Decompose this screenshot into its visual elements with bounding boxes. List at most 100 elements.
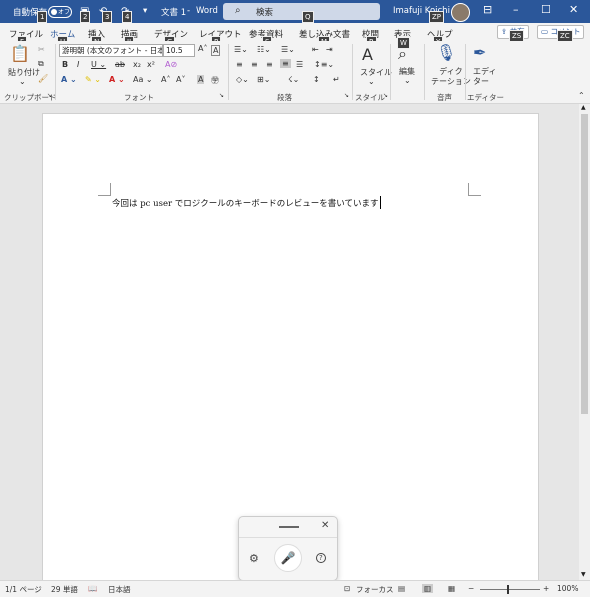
format-painter-icon[interactable]: 🖌 — [38, 74, 48, 83]
drag-handle[interactable] — [279, 526, 299, 528]
word-count[interactable]: 29 単語 — [51, 584, 78, 595]
italic-icon[interactable]: I — [77, 60, 79, 69]
text-effects-icon[interactable]: A ⌄ — [61, 75, 77, 84]
underline-icon[interactable]: U ⌄ — [91, 60, 106, 69]
zoom-slider-thumb[interactable] — [507, 585, 509, 594]
dictate-mic-icon[interactable]: 🎙 — [436, 43, 456, 62]
print-layout-icon[interactable]: ▥ — [422, 584, 434, 593]
char-shading-icon[interactable]: A — [197, 75, 205, 84]
keytip-editing: W — [397, 37, 410, 49]
divider — [390, 44, 391, 100]
scroll-thumb[interactable] — [581, 114, 588, 414]
bold-icon[interactable]: B — [62, 60, 68, 69]
multilevel-list-icon[interactable]: ☰⌄ — [281, 45, 295, 54]
maximize-icon[interactable]: ☐ — [541, 3, 551, 16]
focus-icon[interactable]: ⊡ — [344, 584, 350, 593]
minimize-icon[interactable]: – — [513, 3, 519, 16]
ribbon-display-icon[interactable]: ⊟ — [483, 3, 492, 16]
proofing-icon[interactable]: 📖 — [88, 584, 97, 593]
zoom-level[interactable]: 100% — [557, 584, 578, 593]
clear-format-icon[interactable]: A⊘ — [165, 60, 177, 69]
cut-icon[interactable]: ✂ — [38, 45, 45, 54]
title-bar: 自動保存 オフ 1 ▣ 2 ↶ 3 ↷ 4 ▾ 文書 1 - Word ⌕ 検索… — [0, 0, 590, 23]
collapse-ribbon-icon[interactable]: ⌃ — [578, 91, 585, 100]
zoom-in-icon[interactable]: + — [543, 584, 549, 593]
font-color-icon[interactable]: A ⌄ — [109, 75, 125, 84]
decrease-indent-icon[interactable]: ⇤ — [312, 45, 319, 54]
page-count[interactable]: 1/1 ページ — [5, 584, 42, 595]
grow-font-2-icon[interactable]: A˄ — [161, 75, 170, 84]
help-icon[interactable]: ? — [316, 552, 326, 563]
comment-icon: ▭ — [541, 27, 549, 36]
zoom-slider[interactable] — [480, 589, 540, 590]
font-size-select[interactable]: 10.5 — [163, 44, 195, 57]
copy-icon[interactable]: ⧉ — [38, 59, 44, 69]
paste-dropdown-icon[interactable]: ⌄ — [19, 77, 26, 86]
avatar[interactable] — [451, 3, 470, 22]
align-left-icon[interactable]: ≡ — [236, 60, 243, 69]
styles-launcher-icon[interactable]: ↘ — [383, 92, 388, 99]
justify-icon[interactable]: ≡ — [280, 59, 291, 68]
mic-icon: 🎤 — [280, 551, 296, 565]
styles-label[interactable]: スタイル — [360, 67, 392, 78]
borders-icon[interactable]: ⊞⌄ — [257, 75, 270, 84]
customize-qat-icon[interactable]: ▾ — [143, 6, 147, 16]
paragraph-launcher-icon[interactable]: ↘ — [344, 92, 349, 99]
styles-dropdown-icon[interactable]: ⌄ — [368, 77, 375, 86]
scroll-up-icon[interactable]: ▲ — [581, 104, 586, 111]
font-launcher-icon[interactable]: ↘ — [219, 92, 224, 99]
change-case-icon[interactable]: Aa ⌄ — [133, 75, 153, 84]
app-name: Word — [196, 6, 218, 16]
autosave-toggle[interactable]: オフ — [48, 6, 72, 18]
ribbon-tabs: ファイル F ホーム H 挿入 N 描画 JI デザイン G レイアウト P 参… — [0, 23, 590, 48]
read-mode-icon[interactable]: ▤ — [398, 584, 405, 593]
numbering-icon[interactable]: ☷⌄ — [257, 45, 271, 54]
strikethrough-icon[interactable]: ab — [115, 60, 125, 69]
editor-group-label: エディター — [467, 93, 504, 102]
subscript-icon[interactable]: x₂ — [133, 60, 141, 69]
gear-icon[interactable]: ⚙ — [249, 552, 259, 565]
align-right-icon[interactable]: ≡ — [266, 60, 273, 69]
distributed-icon[interactable]: ☰ — [296, 60, 303, 69]
keytip-account: ZP — [429, 11, 445, 23]
close-icon[interactable]: ✕ — [321, 520, 329, 531]
language[interactable]: 日本語 — [108, 584, 131, 595]
dictation-toolbar: ✕ ⚙ 🎤 ? — [238, 516, 338, 581]
clipboard-launcher-icon[interactable]: ↘ — [47, 92, 52, 99]
increase-indent-icon[interactable]: ⇥ — [326, 45, 333, 54]
enclose-char-icon[interactable]: ㊫ — [211, 75, 219, 86]
char-border-icon[interactable]: A — [211, 45, 221, 56]
close-icon[interactable]: ✕ — [569, 3, 578, 16]
divider — [55, 44, 56, 100]
bullets-icon[interactable]: ☰⌄ — [234, 45, 248, 54]
editor-label[interactable]: エディ ター — [473, 67, 496, 87]
divider — [352, 44, 353, 100]
superscript-icon[interactable]: x² — [147, 60, 155, 69]
grow-font-icon[interactable]: A˄ — [198, 44, 207, 53]
divider — [465, 44, 466, 100]
line-spacing-icon[interactable]: ↕≡⌄ — [314, 60, 334, 69]
autosave-state: オフ — [58, 9, 71, 16]
mic-button[interactable]: 🎤 — [274, 544, 302, 572]
web-layout-icon[interactable]: ▦ — [448, 584, 455, 593]
sort-icon[interactable]: ↕ — [313, 75, 320, 84]
font-name-select[interactable]: 游明朝 (本文のフォント - 日本 — [59, 44, 163, 57]
document-page[interactable] — [42, 113, 539, 585]
shrink-font-icon[interactable]: A˅ — [176, 75, 185, 84]
styles-icon[interactable]: A — [362, 45, 373, 64]
keytip-search: Q — [302, 11, 314, 23]
keytip-2: 2 — [80, 11, 91, 23]
editor-icon[interactable]: ✒ — [473, 43, 486, 62]
show-marks-icon[interactable]: ↵ — [333, 75, 340, 84]
document-text[interactable]: 今回は pc user でロジクールのキーボードのレビューを書いています — [112, 197, 379, 209]
shading-icon[interactable]: ◇⌄ — [236, 75, 249, 84]
scroll-down-icon[interactable]: ▼ — [581, 571, 586, 578]
phonetic-guide-icon[interactable]: ☇⌄ — [288, 75, 299, 84]
focus-label[interactable]: フォーカス — [356, 584, 394, 595]
paste-icon[interactable]: 📋 — [10, 44, 30, 63]
editing-dropdown-icon[interactable]: ⌄ — [404, 76, 411, 85]
zoom-out-icon[interactable]: − — [468, 584, 474, 593]
keytip-1: 1 — [37, 11, 48, 23]
highlight-icon[interactable]: ✎ ⌄ — [85, 75, 101, 84]
align-center-icon[interactable]: ≡ — [251, 60, 258, 69]
